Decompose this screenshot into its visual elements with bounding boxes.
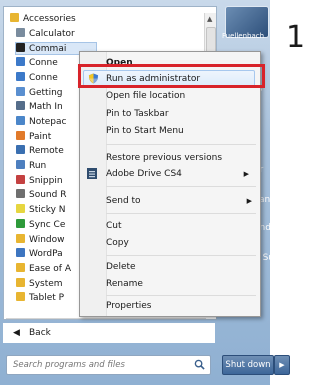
menu-item-send-to[interactable]: Send to ▶: [106, 193, 256, 209]
program-item[interactable]: Accessories: [10, 13, 190, 25]
program-label: Snippin: [29, 175, 63, 186]
step-number: 1: [286, 20, 306, 55]
menu-item-label: Delete: [106, 262, 136, 272]
menu-item-label: Open file location: [106, 91, 186, 101]
menu-item-copy[interactable]: Copy: [106, 235, 256, 251]
program-label: Sound R: [29, 190, 67, 201]
folder-icon: [16, 292, 25, 302]
program-label: Math In: [29, 102, 63, 113]
menu-item-label: Cut: [106, 221, 122, 231]
menu-item-cut[interactable]: Cut: [106, 218, 256, 234]
program-label: Conne: [29, 58, 58, 69]
program-label: Sticky N: [29, 205, 66, 216]
program-label: Calculator: [29, 28, 75, 39]
menu-separator: [106, 186, 256, 187]
menu-separator: [106, 144, 256, 145]
menu-item-label: Properties: [106, 301, 152, 311]
remote-connection-icon: [16, 71, 25, 81]
connect-projector-icon: [16, 57, 25, 67]
program-label: WordPa: [29, 249, 63, 260]
menu-item-label: Adobe Drive CS4: [106, 169, 182, 179]
back-label: Back: [29, 328, 51, 338]
highlight-annotation: [78, 64, 265, 88]
program-label: Window: [29, 234, 65, 245]
right-link[interactable]: Fuellenbach: [222, 32, 264, 40]
windows-explorer-icon: [16, 233, 25, 243]
program-label: Paint: [29, 131, 52, 142]
command-prompt-icon: [16, 43, 25, 53]
program-label: Tablet P: [29, 293, 65, 304]
menu-item-label: Pin to Taskbar: [106, 109, 169, 119]
context-menu-gutter: [80, 52, 107, 316]
program-label: Ease of A: [29, 263, 71, 274]
menu-item-label: Restore previous versions: [106, 153, 223, 163]
menu-item-label: Pin to Start Menu: [106, 126, 184, 136]
divider: [6, 318, 206, 319]
menu-item-pin-to-start-menu[interactable]: Pin to Start Menu: [106, 123, 256, 139]
sync-center-icon: [16, 218, 25, 228]
back-arrow-icon: ◀: [13, 328, 20, 338]
snipping-tool-icon: [16, 174, 25, 184]
wordpad-icon: [16, 248, 25, 258]
search-box[interactable]: [6, 355, 211, 375]
menu-item-pin-to-taskbar[interactable]: Pin to Taskbar: [106, 106, 256, 122]
menu-item-label: Send to: [106, 196, 141, 206]
program-label: Accessories: [23, 14, 76, 24]
search-input[interactable]: [7, 356, 193, 374]
menu-item-label: Rename: [106, 279, 143, 289]
sticky-notes-icon: [16, 204, 25, 214]
program-label: Notepac: [29, 116, 67, 127]
menu-item-adobe-drive[interactable]: Adobe Drive CS4 ▶: [83, 166, 253, 182]
scroll-up-arrow-icon[interactable]: ▲: [207, 15, 212, 23]
folder-icon: [10, 13, 19, 22]
search-icon[interactable]: [194, 359, 205, 370]
submenu-arrow-icon: ▶: [243, 170, 249, 178]
program-label: Sync Ce: [29, 219, 66, 230]
menu-separator: [106, 255, 256, 256]
context-menu: Open Run as administrator Open file loca…: [79, 51, 261, 317]
adobe-drive-icon: [87, 168, 97, 179]
paint-icon: [16, 130, 25, 140]
notepad-icon: [16, 115, 25, 125]
math-input-icon: [16, 101, 25, 111]
shutdown-options-button[interactable]: ▶: [274, 355, 290, 375]
menu-item-restore-previous-versions[interactable]: Restore previous versions: [106, 150, 256, 166]
remote-desktop-icon: [16, 145, 25, 155]
program-label: Remote: [29, 146, 64, 157]
program-label: Getting: [29, 87, 63, 98]
program-label: Run: [29, 161, 47, 171]
back-button[interactable]: ◀ Back: [3, 323, 215, 343]
sound-recorder-icon: [16, 189, 25, 199]
program-label: System: [29, 278, 63, 289]
menu-item-delete[interactable]: Delete: [106, 259, 256, 275]
shutdown-button[interactable]: Shut down: [222, 355, 274, 375]
run-icon: [16, 160, 25, 169]
menu-separator: [106, 213, 256, 214]
program-label: Conne: [29, 72, 58, 83]
menu-item-label: Copy: [106, 238, 129, 248]
right-link[interactable]: and Printers: [254, 223, 308, 233]
menu-separator: [106, 295, 256, 296]
folder-icon: [16, 277, 25, 287]
menu-item-open-file-location[interactable]: Open file location: [106, 88, 256, 104]
program-label: Commai: [29, 44, 67, 55]
folder-icon: [16, 262, 25, 272]
menu-item-properties[interactable]: Properties: [106, 298, 256, 314]
program-item[interactable]: Calculator: [16, 27, 196, 40]
submenu-arrow-icon: ▶: [246, 197, 252, 205]
menu-item-rename[interactable]: Rename: [106, 276, 256, 292]
calculator-icon: [16, 27, 25, 37]
getting-started-icon: [16, 86, 25, 96]
